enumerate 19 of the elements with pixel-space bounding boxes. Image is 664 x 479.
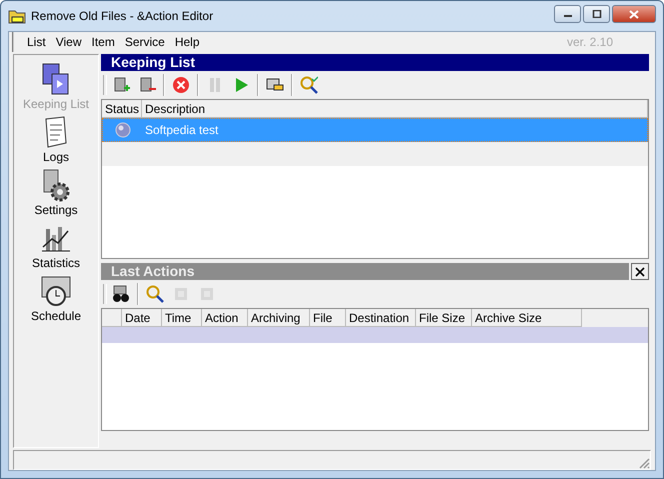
sidebar-label: Keeping List bbox=[22, 97, 90, 111]
sidebar-item[interactable]: Settings bbox=[15, 167, 97, 218]
sidebar-item[interactable]: Logs bbox=[15, 114, 97, 165]
sidebar-item[interactable]: Statistics bbox=[15, 220, 97, 271]
sidebar-label: Logs bbox=[42, 150, 70, 164]
sidebar-label: Schedule bbox=[30, 309, 82, 323]
menu-item[interactable]: View bbox=[50, 35, 86, 49]
panel-title: Keeping List bbox=[101, 54, 649, 71]
menu-item[interactable]: List bbox=[22, 35, 51, 49]
menu-item[interactable]: Help bbox=[170, 35, 205, 49]
menu-item[interactable]: Service bbox=[120, 35, 170, 49]
menu-item[interactable]: Item bbox=[86, 35, 120, 49]
sidebar-label: Settings bbox=[34, 203, 78, 217]
panel-title: Last Actions bbox=[101, 263, 629, 280]
window-title: Remove Old Files - &Action Editor bbox=[31, 9, 214, 23]
table-cell: Softpedia test bbox=[145, 123, 218, 137]
sidebar-label: Statistics bbox=[32, 256, 80, 270]
sidebar-item[interactable]: Schedule bbox=[15, 273, 97, 324]
version-label: ver. 2.10 bbox=[566, 35, 613, 49]
